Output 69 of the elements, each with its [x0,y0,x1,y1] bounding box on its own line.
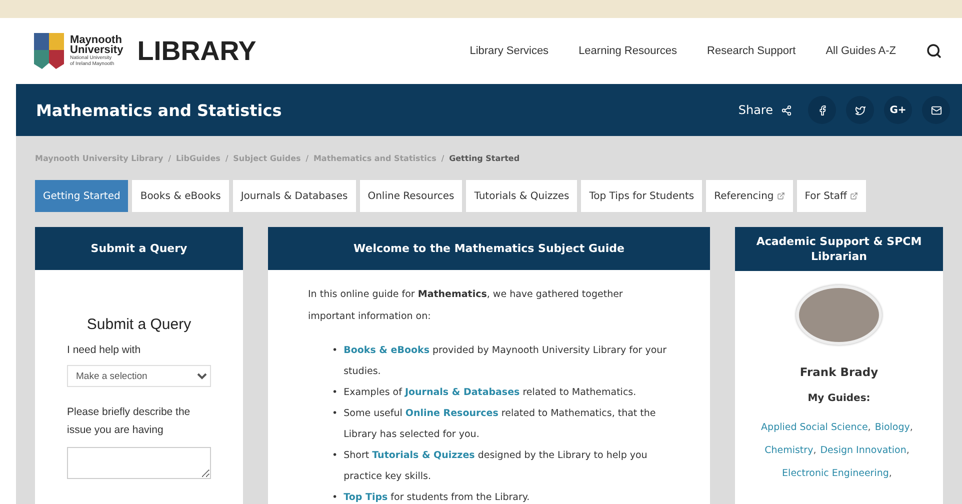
guide-bullet: Short Tutorials & Quizzes designed by the Library to help you practice key skills. [344,449,648,484]
panel-header: Academic Support & SPCM Librarian [735,227,943,271]
crest-logo-icon [34,33,64,69]
nav-link[interactable]: Learning Resources [578,45,678,57]
section-link[interactable]: Books & eBooks [344,345,430,356]
guide-link[interactable]: Applied Social Science [761,416,868,439]
guide-bullet: Books & eBooks provided by Maynooth University Library for your studies. [344,344,668,379]
nav-link[interactable]: Research Support [707,45,796,57]
section-link[interactable]: Online Resources [405,408,498,419]
guide-tab[interactable]: Getting Started [35,180,128,212]
search-icon[interactable] [926,43,942,59]
breadcrumb-separator: / [225,154,228,162]
guide-link[interactable]: Biology [874,416,910,439]
mail-icon [930,104,942,116]
breadcrumb-separator: / [441,154,444,162]
guide-tab[interactable]: Tutorials & Quizzes [466,180,578,212]
share-icon [781,104,792,116]
social-button[interactable] [846,96,874,124]
share-link[interactable]: Share [738,103,792,117]
list-comma: , [813,444,816,458]
guide-bullet: Some useful Online Resources related to Mathematics, that the Library has selected for you. [344,407,657,442]
nav-link[interactable]: All Guides A-Z [826,45,896,57]
list-comma: , [910,421,913,435]
section-link[interactable]: Journals & Databases [404,387,520,398]
bullet-marker: • [332,386,338,400]
list-comma: , [888,467,892,481]
list-comma: , [906,444,910,458]
guide-tab[interactable]: For Staff [796,180,866,212]
guide-link[interactable]: Chemistry [764,439,814,462]
twitter-icon [854,104,866,116]
library-wordmark: LIBRARY [137,36,256,66]
guide-tab[interactable]: Journals & Databases [232,180,356,212]
librarian-name: Frank Brady [800,365,878,379]
bullet-marker: • [332,407,338,421]
nav-link[interactable]: Library Services [470,45,549,57]
university-name: Maynooth [70,35,122,45]
field-label: Please briefly describe the issue you are having [67,405,192,438]
guide-bullet: Examples of Journals & Databases related to Mathematics. [344,386,636,400]
social-button[interactable] [922,96,950,124]
guide-tab[interactable]: Online Resources [360,180,462,212]
breadcrumb-link[interactable]: Getting Started [449,154,520,162]
guide-tab[interactable]: Books & eBooks [132,180,229,212]
social-button[interactable] [808,96,836,124]
guides-label: My Guides: [808,393,870,404]
external-link-icon [850,192,858,200]
bullet-marker: • [332,344,338,358]
guide-title: Mathematics and Statistics [36,100,282,120]
list-comma: , [868,421,871,435]
university-name: University [70,45,124,55]
external-link-icon [776,192,785,200]
section-link[interactable]: Tutorials & Quizzes [372,450,475,461]
guide-link[interactable]: Electronic Engineering [782,462,889,485]
panel-header: Submit a Query [35,227,243,270]
guide-bullet: Top Tips for students from the Library. [344,491,530,504]
field-label: I need help with [67,343,142,358]
social-button[interactable]: G+ [884,96,912,124]
bullet-marker: • [332,491,338,504]
description-field[interactable] [67,447,211,479]
breadcrumb-separator: / [306,154,308,162]
form-title: Submit a Query [86,316,192,333]
guide-tab[interactable]: Referencing [706,180,793,212]
breadcrumb-separator: / [168,154,171,162]
bullet-marker: • [332,449,338,463]
help-select[interactable]: Make a selection [67,365,211,387]
guide-link[interactable]: Design Innovation [820,439,906,462]
panel-header: Welcome to the Mathematics Subject Guide [268,227,710,270]
section-link[interactable]: Top Tips [344,492,388,503]
guide-tab[interactable]: Top Tips for Students [581,180,702,212]
intro-paragraph: In this online guide for Mathematics, we have gathered together important information on: [308,288,624,324]
